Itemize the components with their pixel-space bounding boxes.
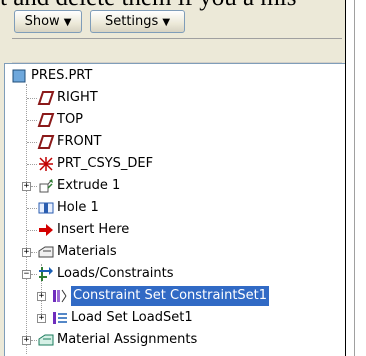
tree-item-label: Hole 1	[57, 200, 99, 215]
chevron-down-icon: ▼	[162, 17, 171, 28]
show-button-label: Show	[24, 14, 60, 29]
tree-connector	[27, 120, 37, 122]
datum-plane-icon	[37, 135, 55, 149]
material-assignment-icon	[38, 334, 54, 346]
model-tree[interactable]: PRES.PRT RIGHT TOP FRONT PRT_CSYS_DEF + …	[4, 63, 345, 356]
part-icon	[12, 69, 26, 83]
tree-item-label: TOP	[57, 112, 84, 127]
expand-icon[interactable]: +	[22, 182, 31, 191]
tree-item-label: Extrude 1	[57, 178, 121, 193]
expand-icon[interactable]: +	[22, 336, 31, 345]
collapse-icon[interactable]: −	[22, 270, 31, 279]
materials-icon	[38, 246, 54, 258]
expand-icon[interactable]: +	[37, 314, 46, 323]
model-tree-panel: t and delete them if you a mis Show▼ Set…	[0, 0, 345, 356]
hole-icon	[38, 202, 54, 214]
tree-connector	[27, 230, 37, 232]
settings-button[interactable]: Settings ▼	[90, 10, 185, 33]
tree-connector	[26, 84, 28, 354]
expand-icon[interactable]: +	[22, 248, 31, 257]
extrude-icon	[39, 179, 53, 193]
tree-item-label: PRT_CSYS_DEF	[57, 156, 154, 171]
chevron-down-icon: ▼	[63, 17, 72, 28]
datum-plane-icon	[37, 91, 55, 105]
load-set-icon	[53, 312, 67, 324]
tree-item-label: Loads/Constraints	[57, 266, 174, 281]
tree-item-label: Constraint Set ConstraintSet1	[69, 285, 271, 307]
window-border	[345, 0, 355, 356]
tree-item-label: Materials	[57, 244, 117, 259]
constraint-set-icon	[53, 289, 67, 303]
tree-item-label: Material Assignments	[57, 332, 198, 347]
settings-button-label: Settings	[104, 14, 159, 29]
tree-item-label: RIGHT	[57, 90, 98, 105]
tree-connector	[27, 98, 37, 100]
coordinate-system-icon	[39, 157, 53, 171]
tree-item-label: FRONT	[57, 134, 102, 149]
datum-plane-icon	[37, 113, 55, 127]
expand-icon[interactable]: +	[37, 292, 46, 301]
tree-connector	[27, 208, 37, 210]
tree-item-label: Insert Here	[57, 222, 130, 237]
tree-header-band	[12, 38, 342, 63]
insert-arrow-icon	[39, 224, 53, 236]
tree-item-label: Load Set LoadSet1	[71, 310, 193, 325]
show-button[interactable]: Show ▼	[14, 10, 82, 33]
tree-connector	[27, 142, 37, 144]
tree-item-label: PRES.PRT	[31, 68, 93, 83]
loads-constraints-icon	[39, 267, 53, 281]
tree-connector	[27, 164, 37, 166]
